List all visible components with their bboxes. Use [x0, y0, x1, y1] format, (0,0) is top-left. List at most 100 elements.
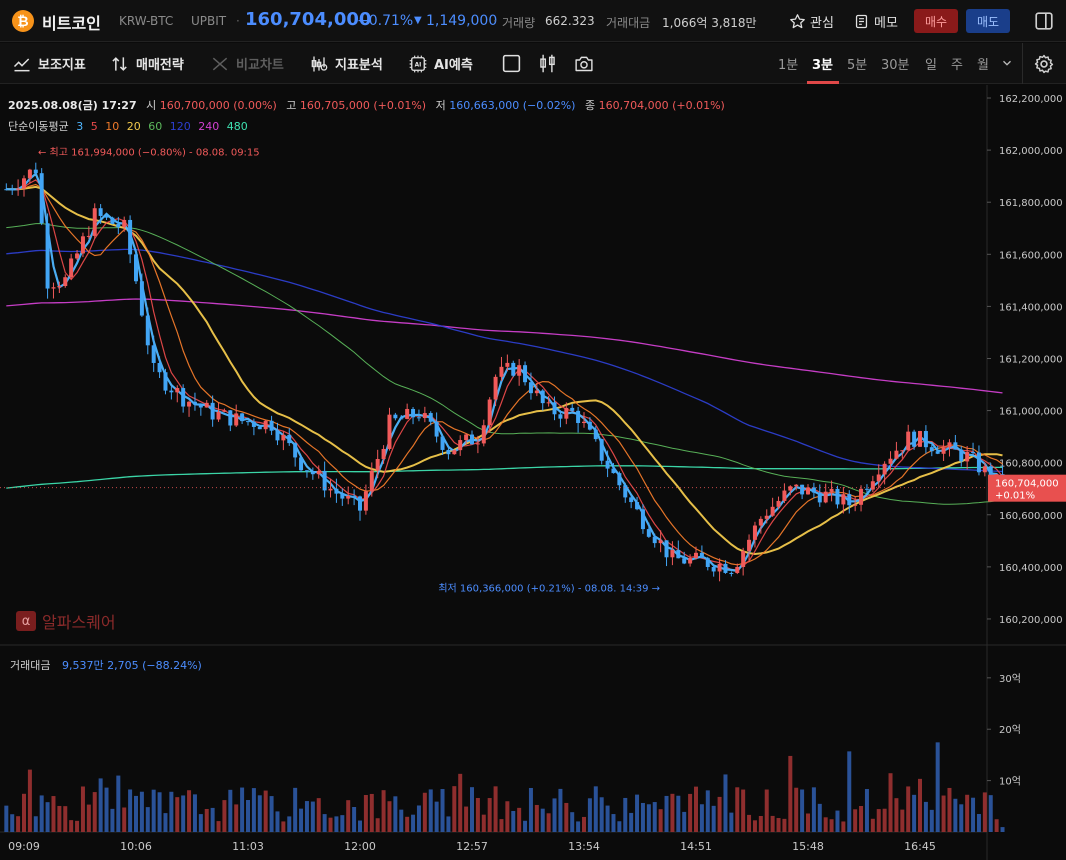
volume-bar: [994, 819, 999, 832]
ticker-header: ₿ 비트코인 KRW-BTC UPBIT · 160,704,000 −0.71…: [0, 0, 1066, 42]
volume-bar: [652, 802, 657, 832]
memo-button[interactable]: 메모: [853, 9, 898, 33]
candle-up: [741, 551, 746, 567]
time-tick-label: 14:51: [680, 840, 712, 853]
candle-up: [694, 552, 698, 559]
candle-down: [269, 420, 274, 431]
timeframe-1m[interactable]: 1분: [778, 43, 798, 84]
volume-bar: [27, 769, 32, 832]
candle-down: [923, 431, 928, 448]
sell-button[interactable]: 매도: [966, 9, 1010, 33]
watchlist-button[interactable]: 관심: [789, 9, 834, 33]
volume-bar: [304, 801, 309, 832]
volume-bar: [363, 795, 368, 832]
candle-up: [546, 402, 551, 404]
candle-up: [80, 236, 85, 254]
ma-period-20: 20: [126, 120, 141, 133]
volume-bar: [452, 786, 457, 832]
candle-down: [470, 434, 474, 445]
candle-down: [646, 529, 651, 537]
candle-up: [876, 474, 881, 482]
down-arrow-icon: ▼: [414, 15, 422, 26]
chevron-down-icon[interactable]: [1000, 56, 1014, 70]
volume-bar: [204, 808, 209, 832]
candle-down: [540, 390, 545, 404]
candlestick-type-icon[interactable]: [537, 53, 558, 74]
volume-bar: [817, 803, 822, 832]
candle-down: [971, 452, 976, 454]
volume-bar: [181, 795, 186, 832]
volume-bar: [570, 812, 575, 832]
volume-bar: [735, 787, 740, 832]
volume-bar: [346, 800, 351, 832]
strategy-button[interactable]: 매매전략: [110, 43, 184, 84]
timeframe-3m[interactable]: 3분: [812, 43, 833, 84]
timeframe-month[interactable]: 월: [977, 43, 989, 84]
volume-bar: [564, 802, 569, 832]
candle-up: [717, 563, 722, 572]
candle-up: [776, 500, 781, 507]
volume-bar: [405, 816, 410, 832]
coin-pair: KRW-BTC: [119, 14, 174, 28]
candle-down: [352, 495, 357, 497]
timeframe-5m[interactable]: 5분: [847, 43, 867, 84]
candle-up: [853, 504, 858, 506]
gear-icon[interactable]: [1033, 53, 1055, 75]
candle-up: [782, 490, 787, 501]
volume-bar: [1000, 827, 1005, 832]
candle-up: [882, 463, 887, 475]
ai-prediction-button[interactable]: AI AI예측: [408, 43, 473, 84]
candle-down: [912, 431, 917, 447]
volume-bar: [876, 809, 881, 832]
timeframe-week[interactable]: 주: [951, 43, 963, 84]
volume-bar: [446, 816, 451, 832]
volume-bar: [864, 789, 869, 832]
volume-bar: [399, 809, 404, 832]
timeframe-30m[interactable]: 30분: [881, 43, 910, 84]
volume-bar: [941, 795, 946, 832]
volume-bar: [387, 801, 392, 832]
open-value: 160,700,000 (0.00%): [159, 99, 277, 112]
volume-bar: [10, 814, 15, 832]
volume-bar: [511, 810, 516, 832]
timeframe-day[interactable]: 일: [925, 43, 937, 84]
chart-canvas[interactable]: 162,200,000 162,000,000 161,800,000 161,600…: [0, 85, 1066, 860]
candle-up: [764, 515, 769, 519]
candle-down: [10, 189, 15, 191]
candle-up: [941, 447, 946, 454]
candle-up: [346, 495, 351, 499]
price-chart[interactable]: 162,200,000 162,000,000 161,800,000 161,600…: [0, 85, 1066, 860]
volume-bar: [375, 818, 380, 832]
indicator-analysis-button[interactable]: 지표분석: [309, 43, 383, 84]
compare-chart-button[interactable]: 비교차트: [210, 43, 284, 84]
side-panel-icon[interactable]: [1033, 10, 1055, 32]
volume-bar: [658, 809, 663, 832]
volume-bar: [882, 808, 887, 832]
indicators-button[interactable]: 보조지표: [12, 43, 86, 84]
square-chart-icon[interactable]: [501, 53, 522, 74]
candle-up: [475, 443, 480, 445]
camera-icon[interactable]: [573, 53, 595, 74]
candle-up: [422, 413, 427, 419]
volume-bar: [758, 816, 763, 832]
candle-up: [86, 235, 91, 237]
candle-down: [723, 563, 728, 573]
volume-bar: [57, 805, 62, 832]
volume-bar: [487, 798, 492, 832]
volume-bar: [4, 805, 9, 832]
candle-down: [446, 449, 451, 455]
volume-legend-label: 거래대금: [10, 659, 51, 672]
volume-bar: [705, 790, 710, 832]
candle-up: [965, 452, 970, 462]
candle-up: [982, 466, 987, 473]
volume-bar: [747, 814, 752, 832]
candle-up: [794, 484, 799, 487]
candle-down: [935, 451, 940, 454]
buy-button[interactable]: 매수: [914, 9, 958, 33]
volume-bar: [965, 794, 970, 832]
candle-down: [617, 473, 622, 486]
candle-up: [234, 413, 239, 426]
volume-bar: [499, 819, 504, 832]
volume-bar: [546, 813, 551, 832]
volume-bar: [464, 806, 469, 832]
